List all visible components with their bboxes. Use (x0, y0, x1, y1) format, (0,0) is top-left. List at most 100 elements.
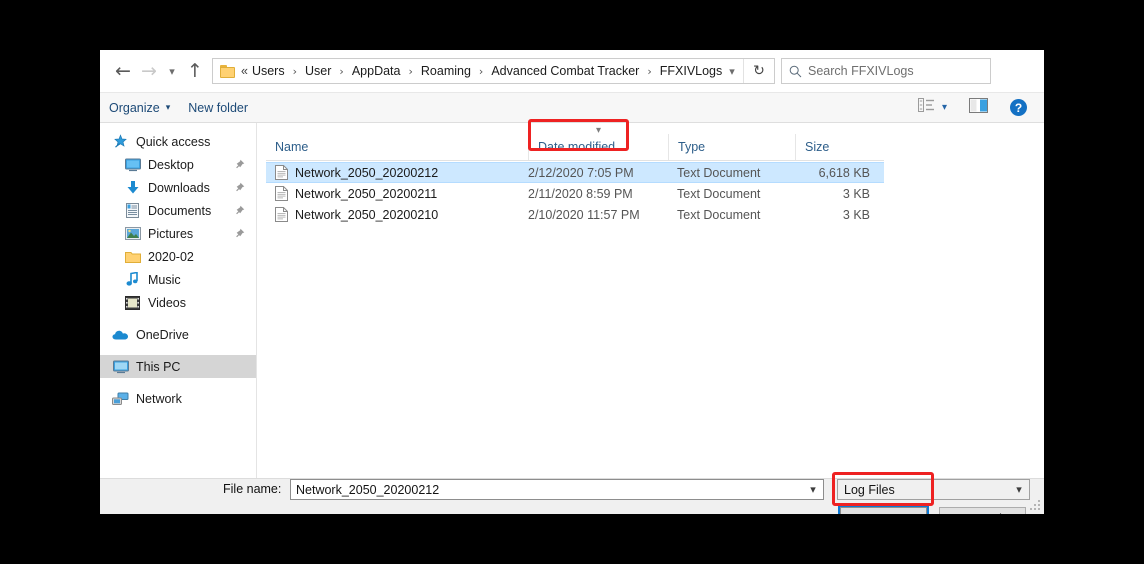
search-box[interactable]: Search FFXIVLogs (781, 58, 991, 84)
breadcrumb-item-user[interactable]: User (303, 64, 333, 78)
file-size-cell: 3 KB (842, 207, 870, 222)
breadcrumb-separator[interactable]: › (641, 65, 657, 78)
file-name-cell: Network_2050_20200212 (266, 165, 528, 180)
sidebar-item-network[interactable]: Network (100, 387, 256, 410)
column-header-name[interactable]: Name (266, 134, 528, 160)
sidebar-item-quick-access[interactable]: Quick access (100, 130, 256, 153)
table-row[interactable]: Network_2050_20200212 2/12/2020 7:05 PM … (266, 162, 884, 183)
file-name-text: Network_2050_20200212 (295, 165, 439, 180)
preview-pane-icon (969, 97, 988, 118)
breadcrumb-separator[interactable]: › (287, 65, 303, 78)
sidebar-item-desktop[interactable]: Desktop (100, 153, 256, 176)
view-list-icon (917, 98, 935, 117)
sidebar-item-videos[interactable]: Videos (100, 291, 256, 314)
help-icon: ? (1010, 99, 1027, 116)
navigation-pane: Quick access Desktop Downloads Documents… (100, 123, 257, 478)
address-dropdown-button[interactable]: ▾ (721, 59, 743, 83)
breadcrumb-item-appdata[interactable]: AppData (350, 64, 403, 78)
sidebar-item-label: Videos (148, 295, 186, 310)
table-row[interactable]: Network_2050_20200211 2/11/2020 8:59 PM … (266, 183, 884, 204)
forward-button[interactable]: → (136, 56, 162, 86)
chevron-down-icon: ▾ (165, 102, 171, 113)
column-header-size[interactable]: Size (795, 134, 876, 160)
breadcrumb-item-advanced-combat-tracker[interactable]: Advanced Combat Tracker (489, 64, 641, 78)
pin-icon[interactable] (234, 181, 245, 199)
chevron-down-icon[interactable]: ▾ (803, 483, 823, 496)
column-header-type[interactable]: Type (668, 134, 795, 160)
change-view-button[interactable]: ▾ (913, 96, 952, 120)
sidebar-item-label: Downloads (148, 180, 210, 195)
sidebar-item-2020-02[interactable]: 2020-02 (100, 245, 256, 268)
chevron-down-icon: ▾ (729, 64, 735, 78)
sidebar-item-label: 2020-02 (148, 249, 194, 264)
sidebar-item-music[interactable]: Music (100, 268, 256, 291)
file-name-cell: Network_2050_20200210 (266, 207, 528, 222)
table-row[interactable]: Network_2050_20200210 2/10/2020 11:57 PM… (266, 204, 884, 225)
sidebar-item-downloads[interactable]: Downloads (100, 176, 256, 199)
videos-icon (124, 295, 141, 311)
sidebar-item-documents[interactable]: Documents (100, 199, 256, 222)
sidebar-item-label: Desktop (148, 157, 194, 172)
sidebar-item-pictures[interactable]: Pictures (100, 222, 256, 245)
open-button-label: Open (868, 512, 899, 515)
sidebar-item-label: This PC (136, 359, 181, 374)
recent-locations-button[interactable]: ▾ (162, 56, 182, 86)
file-name-value: Network_2050_20200212 (296, 482, 440, 497)
sidebar-item-this-pc[interactable]: This PC (100, 355, 256, 378)
command-bar-right-group: ▾ ? (913, 96, 1044, 120)
breadcrumb-separator[interactable]: › (402, 65, 418, 78)
file-name-input[interactable]: Network_2050_20200212 ▾ (290, 479, 824, 500)
arrow-up-icon: ↑ (187, 59, 203, 82)
folder-icon (124, 249, 141, 265)
up-button[interactable]: ↑ (182, 56, 208, 86)
breadcrumb-separator[interactable]: › (333, 65, 349, 78)
search-icon (782, 65, 808, 78)
refresh-button[interactable]: ↻ (743, 59, 774, 83)
cancel-button[interactable]: Cancel (939, 507, 1026, 514)
search-input[interactable]: Search FFXIVLogs (808, 64, 914, 78)
breadcrumb-item-users[interactable]: Users (250, 64, 287, 78)
sidebar-item-onedrive[interactable]: OneDrive (100, 323, 256, 346)
navigation-bar: ← → ▾ ↑ « Users › User › AppData › Roami… (100, 50, 1044, 92)
pin-icon[interactable] (234, 227, 245, 245)
organize-button[interactable]: Organize ▾ (100, 96, 179, 120)
column-header-label: Size (805, 140, 830, 154)
sidebar-item-label: Network (136, 391, 182, 406)
resize-grip-icon[interactable] (1030, 500, 1041, 511)
chevron-down-icon: ▾ (169, 64, 175, 78)
preview-pane-button[interactable] (964, 96, 993, 120)
file-open-dialog: ← → ▾ ↑ « Users › User › AppData › Roami… (100, 50, 1044, 514)
breadcrumb-item-roaming[interactable]: Roaming (419, 64, 473, 78)
file-name-label: File name: (223, 482, 282, 496)
column-header-label: Date modified (538, 140, 616, 154)
help-button[interactable]: ? (1005, 96, 1032, 120)
folder-icon (220, 64, 236, 78)
text-document-icon (275, 165, 288, 180)
file-name-text: Network_2050_20200210 (295, 207, 439, 222)
breadcrumb-item-ffxivlogs[interactable]: FFXIVLogs (658, 64, 725, 78)
breadcrumb-separator[interactable]: › (473, 65, 489, 78)
sidebar-item-label: OneDrive (136, 327, 189, 342)
column-header-row: Name ▾ Date modified Type Size (266, 125, 884, 161)
sidebar-item-label: Music (148, 272, 181, 287)
dialog-body: Quick access Desktop Downloads Documents… (100, 123, 1044, 478)
column-header-label: Name (275, 140, 309, 154)
file-type-filter-select[interactable]: Log Files ▾ (837, 479, 1030, 500)
chevron-down-icon[interactable]: ▾ (1009, 483, 1029, 496)
text-document-icon (275, 186, 288, 201)
pin-icon[interactable] (234, 204, 245, 222)
new-folder-button[interactable]: New folder (179, 96, 257, 120)
file-type-filter-value: Log Files (844, 482, 895, 497)
pin-icon[interactable] (234, 158, 245, 176)
column-header-date-modified[interactable]: ▾ Date modified (528, 125, 668, 160)
breadcrumb-overflow[interactable]: « (240, 64, 250, 78)
file-date-cell: 2/12/2020 7:05 PM (528, 165, 634, 180)
file-rows: Network_2050_20200212 2/12/2020 7:05 PM … (266, 162, 884, 225)
open-button[interactable]: Open (838, 505, 929, 515)
documents-icon (124, 203, 141, 219)
back-button[interactable]: ← (110, 56, 136, 86)
file-date-cell: 2/11/2020 8:59 PM (528, 186, 633, 201)
new-folder-label: New folder (188, 100, 249, 115)
arrow-right-icon: → (141, 59, 157, 82)
address-bar[interactable]: « Users › User › AppData › Roaming › Adv… (212, 58, 775, 84)
